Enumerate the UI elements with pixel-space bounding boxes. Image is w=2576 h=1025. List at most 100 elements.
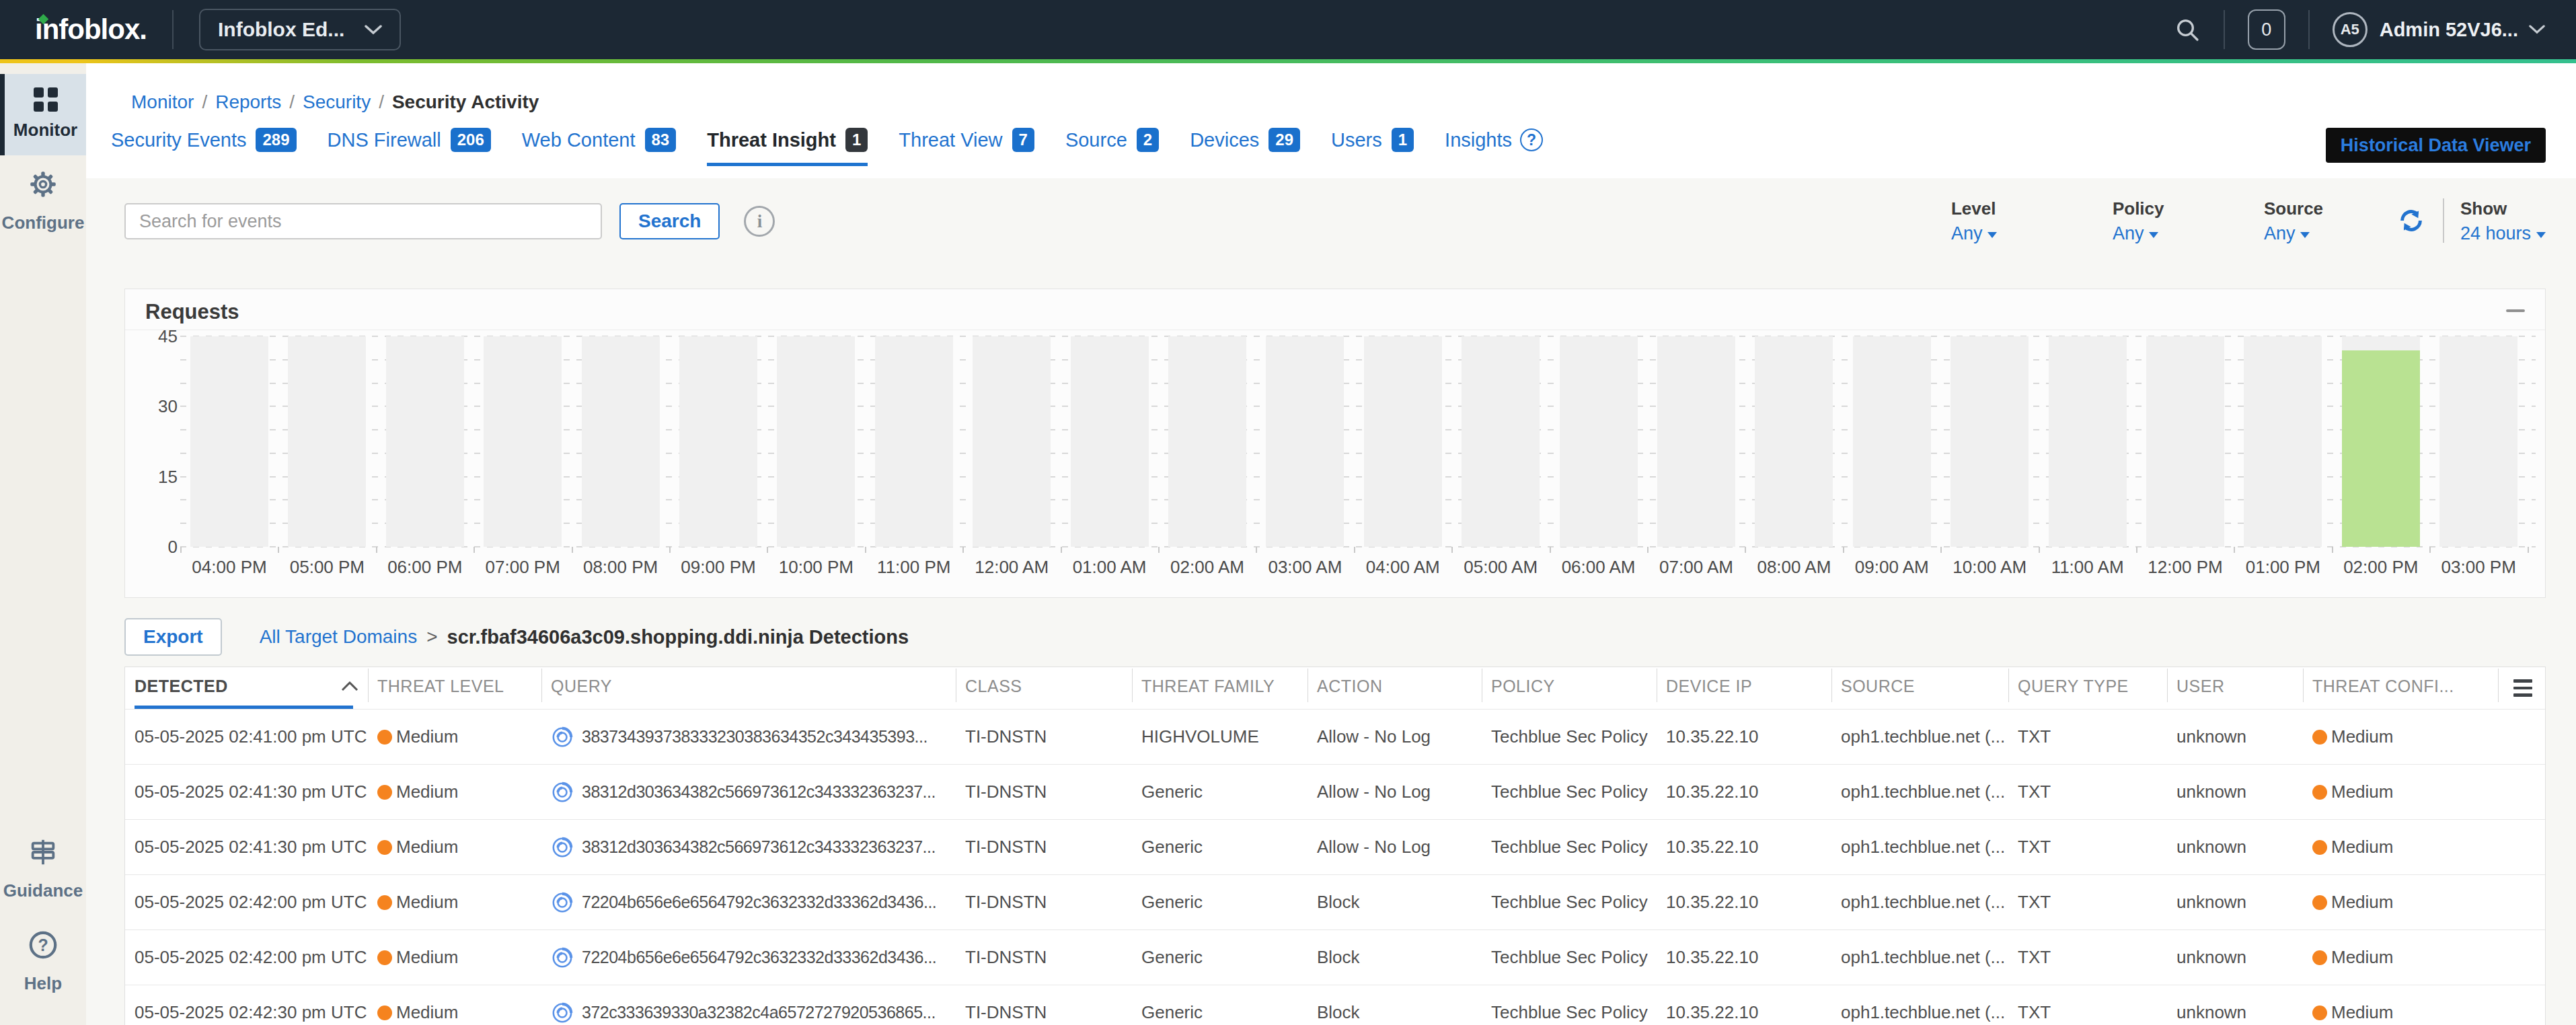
sidebar-item[interactable]: Monitor	[0, 74, 86, 155]
cell-threat-family: Generic	[1132, 930, 1308, 985]
breadcrumb-link[interactable]: Monitor	[131, 91, 194, 112]
column-header[interactable]: DEVICE IP	[1657, 667, 1831, 709]
notification-badge[interactable]: 0	[2248, 9, 2285, 50]
cell-threat-family: Generic	[1132, 820, 1308, 874]
column-header[interactable]: THREAT CONFI...	[2303, 667, 2498, 709]
cell-source: oph1.techblue.net (...	[1831, 710, 2008, 764]
cell-threat-level: Medium	[368, 710, 541, 764]
table-row[interactable]: 05-05-2025 02:41:00 pm UTC Medium 383734…	[125, 709, 2545, 764]
table-row[interactable]: 05-05-2025 02:41:30 pm UTC Medium 38312d…	[125, 819, 2545, 874]
cell-device-ip: 10.35.22.10	[1657, 710, 1831, 764]
sidebar-item-icon	[28, 169, 59, 204]
collapse-icon[interactable]	[2506, 309, 2525, 312]
tab[interactable]: Devices 29	[1190, 128, 1300, 166]
column-header[interactable]: THREAT LEVEL	[368, 667, 541, 709]
tab[interactable]: Threat View 7	[899, 128, 1034, 166]
cell-threat-family: Generic	[1132, 765, 1308, 819]
sidebar-item[interactable]: Guidance	[0, 823, 86, 916]
tab[interactable]: Users 1	[1331, 128, 1414, 166]
column-header[interactable]: CLASS	[956, 667, 1132, 709]
search-button[interactable]: Search	[619, 203, 720, 239]
historical-data-viewer-button[interactable]: Historical Data Viewer	[2326, 128, 2546, 163]
column-header[interactable]: QUERY TYPE	[2008, 667, 2167, 709]
breadcrumb-link[interactable]: Security	[303, 91, 371, 112]
cell-detected: 05-05-2025 02:42:00 pm UTC	[125, 930, 368, 985]
tab[interactable]: Threat Insight 1	[707, 128, 868, 166]
table-row[interactable]: 05-05-2025 02:42:00 pm UTC Medium 72204b…	[125, 874, 2545, 929]
avatar[interactable]: A5	[2333, 12, 2367, 47]
tab-count-badge: 83	[645, 128, 677, 152]
app-selector-button[interactable]: Infoblox Ed...	[199, 9, 401, 50]
topbar-divider	[172, 10, 174, 49]
column-header-detected[interactable]: DETECTED	[125, 667, 368, 709]
cell-device-ip: 10.35.22.10	[1657, 765, 1831, 819]
sidebar-item-icon	[34, 87, 58, 112]
cell-policy: Techblue Sec Policy	[1482, 930, 1657, 985]
column-header[interactable]: THREAT FAMILY	[1132, 667, 1308, 709]
cell-detected: 05-05-2025 02:41:00 pm UTC	[125, 710, 368, 764]
table-row[interactable]: 05-05-2025 02:42:00 pm UTC Medium 72204b…	[125, 929, 2545, 985]
cell-query: 383734393738333230383634352c343435393...	[541, 710, 956, 764]
threat-query-icon[interactable]	[551, 891, 574, 914]
tab[interactable]: Source 2	[1065, 128, 1159, 166]
table-menu-button[interactable]	[2498, 667, 2545, 709]
cell-class: TI-DNSTN	[956, 765, 1132, 819]
cell-action: Block	[1308, 985, 1482, 1025]
threat-query-icon[interactable]	[551, 1001, 574, 1024]
chart-hour-band	[875, 336, 953, 547]
tab[interactable]: Security Events 289	[111, 128, 297, 166]
threat-level-dot	[377, 785, 392, 800]
column-header[interactable]: SOURCE	[1831, 667, 2008, 709]
tab[interactable]: Insights ?	[1445, 128, 1543, 166]
show-filter-dropdown[interactable]: 24 hours	[2460, 223, 2546, 244]
cell-query: 72204b656e6e6564792c3632332d33362d3436..…	[541, 875, 956, 929]
column-header[interactable]: QUERY	[541, 667, 956, 709]
cell-query: 72204b656e6e6564792c3632332d33362d3436..…	[541, 930, 956, 985]
chart-hour-band	[777, 336, 855, 547]
search-input[interactable]	[124, 203, 602, 239]
column-header[interactable]: USER	[2167, 667, 2303, 709]
export-button[interactable]: Export	[124, 618, 222, 656]
table-row[interactable]: 05-05-2025 02:41:30 pm UTC Medium 38312d…	[125, 764, 2545, 819]
table-row[interactable]: 05-05-2025 02:42:30 pm UTC Medium 372c33…	[125, 985, 2545, 1025]
threat-query-icon[interactable]	[551, 726, 574, 749]
threat-level-dot	[377, 895, 392, 910]
threat-query-icon[interactable]	[551, 781, 574, 804]
tabs: Security Events 289 DNS Firewall 206 Web…	[111, 128, 1574, 166]
source-filter-dropdown[interactable]: Any	[2264, 223, 2396, 244]
column-header[interactable]: POLICY	[1482, 667, 1657, 709]
cell-device-ip: 10.35.22.10	[1657, 820, 1831, 874]
breadcrumb-link[interactable]: Reports	[215, 91, 281, 112]
tab-label: Threat Insight	[707, 129, 836, 151]
threat-query-icon[interactable]	[551, 946, 574, 969]
refresh-button[interactable]	[2396, 205, 2427, 239]
user-menu-label[interactable]: Admin 52VJ6...	[2380, 19, 2518, 41]
top-bar: infoblox. Infoblox Ed... 0 A5 Admin 52VJ…	[0, 0, 2576, 59]
tab-count-badge: 7	[1012, 128, 1034, 152]
cell-source: oph1.techblue.net (...	[1831, 875, 2008, 929]
cell-source: oph1.techblue.net (...	[1831, 985, 2008, 1025]
sidebar-item[interactable]: ? Help	[0, 916, 86, 1009]
cell-source: oph1.techblue.net (...	[1831, 930, 2008, 985]
column-header[interactable]: ACTION	[1308, 667, 1482, 709]
threat-query-icon[interactable]	[551, 836, 574, 859]
tab-label: Devices	[1190, 129, 1259, 151]
tab-count-badge: 1	[845, 128, 868, 152]
policy-filter-dropdown[interactable]: Any	[2113, 223, 2264, 244]
cell-threat-confidence: Medium	[2303, 765, 2498, 819]
info-icon[interactable]: i	[744, 206, 775, 237]
chevron-down-icon[interactable]	[2529, 25, 2545, 34]
cell-menu	[2498, 875, 2545, 929]
help-icon: ?	[1520, 128, 1543, 151]
tab[interactable]: Web Content 83	[522, 128, 676, 166]
detections-title: scr.fbaf34606a3c09.shopping.ddi.ninja De…	[447, 626, 909, 648]
level-filter-dropdown[interactable]: Any	[1951, 223, 2113, 244]
all-target-domains-link[interactable]: All Target Domains	[260, 626, 417, 648]
cell-user: unknown	[2167, 820, 2303, 874]
cell-query-type: TXT	[2008, 710, 2167, 764]
tab[interactable]: DNS Firewall 206	[328, 128, 491, 166]
sidebar-item[interactable]: Configure	[0, 155, 86, 248]
chart-bar[interactable]	[2342, 350, 2420, 547]
sidebar-item-label: Configure	[2, 213, 85, 233]
search-icon[interactable]	[2174, 16, 2201, 43]
